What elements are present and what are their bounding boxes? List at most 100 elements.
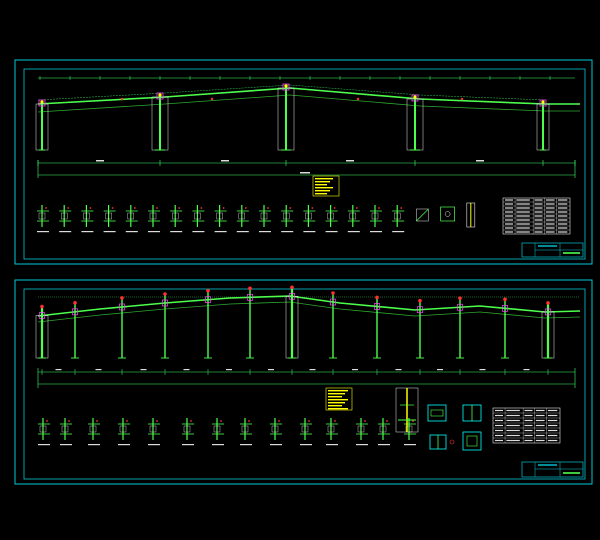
detail-plate [440,206,455,222]
table-cell-text [524,424,533,427]
table-cell-text [545,231,555,233]
table-cell-text [505,231,514,233]
connection-detail[interactable] [325,205,338,233]
general-notes-block [312,175,340,197]
connection-detail[interactable] [281,205,294,233]
connection-detail[interactable] [270,418,282,446]
column-base-section-detail[interactable] [395,387,419,433]
column-top-marker [290,285,294,290]
title-block[interactable] [521,242,584,258]
purlin-connection-detail[interactable] [462,404,482,451]
connection-details-row[interactable] [37,202,476,233]
bolt-marker [45,207,47,209]
note-line [328,405,342,407]
detail-label-stroke [60,444,72,446]
table-cell-text [505,219,514,221]
table-cell-text [534,223,543,225]
bolt-marker [364,420,366,422]
connection-detail[interactable] [259,205,271,233]
connection-detail[interactable] [300,418,312,446]
connection-detail[interactable] [214,205,227,233]
connection-detail[interactable] [236,205,249,233]
connection-detail[interactable] [125,205,138,233]
connection-detail[interactable] [347,205,360,233]
note-line [315,178,333,180]
detail-label-stroke [325,231,338,233]
bolt-marker [289,207,292,209]
connection-detail[interactable] [192,205,205,233]
connection-detail[interactable] [416,208,429,222]
member-schedule-table[interactable] [502,197,571,235]
connection-detail[interactable] [148,418,160,446]
connection-details-row[interactable] [38,418,416,446]
drawing-sheet-2[interactable] [14,279,593,485]
detail-label-stroke [212,444,224,446]
connection-detail[interactable] [148,205,160,233]
joint-marker [40,100,44,104]
detail-label-stroke [392,231,405,233]
member-schedule-table[interactable] [492,407,561,444]
connection-detail[interactable] [240,418,252,446]
connection-detail[interactable] [212,418,224,446]
title-block[interactable] [521,461,584,478]
cad-drawing-canvas[interactable] [0,0,600,540]
table-cell-text [547,424,558,427]
drawing-sheet-1[interactable] [14,59,593,265]
table-cell-text [516,207,530,209]
table-cell-text [506,424,520,427]
table-cell-text [524,429,533,432]
connection-detail[interactable] [118,418,130,446]
connection-detail[interactable] [88,418,100,446]
connection-detail[interactable] [326,418,338,446]
note-line [315,184,327,186]
bolt-marker [126,420,128,422]
connection-detail[interactable] [60,418,72,446]
bolt-marker [190,420,192,422]
detail-label-stroke [356,444,368,446]
connection-detail[interactable] [392,205,405,233]
connection-detail[interactable] [303,205,316,233]
table-cell-text [524,409,533,412]
dimension-text-stroke [140,369,147,371]
bolt-marker [308,420,310,422]
connection-detail[interactable] [466,202,476,228]
beam-column-joint-detail[interactable] [427,404,455,450]
table-cell-text [545,227,555,229]
connection-detail[interactable] [182,418,194,446]
table-cell-text [505,199,514,201]
bolt-marker [334,420,336,422]
bolt-marker [89,207,92,209]
connection-detail[interactable] [38,418,50,446]
bolt-marker [333,207,336,209]
bolt-marker [278,420,280,422]
connection-detail[interactable] [170,205,183,233]
purlin-marker [356,97,360,101]
cad-viewport[interactable] [0,0,600,540]
detail-label-stroke [240,444,252,446]
note-line [328,393,345,395]
connection-detail[interactable] [370,205,382,233]
column-top-marker [503,297,507,302]
table-cell-text [524,414,533,417]
table-cell-text [535,414,545,417]
connection-detail[interactable] [81,205,94,233]
column-top-marker [375,295,379,300]
joint-marker [158,93,162,97]
connection-detail[interactable] [356,418,368,446]
table-cell-text [495,439,504,442]
connection-detail[interactable] [37,205,49,233]
detail-label-stroke [281,231,294,233]
connection-detail[interactable] [440,206,455,222]
table-cell-text [516,219,530,221]
detail-label-stroke [326,444,338,446]
connection-detail[interactable] [378,418,390,446]
connection-detail[interactable] [103,205,116,233]
detail-label-stroke [404,444,416,446]
detail-label-stroke [125,231,138,233]
connection-detail[interactable] [404,418,416,446]
connection-detail[interactable] [59,205,72,233]
column-top-marker [120,296,124,300]
table-cell-text [506,414,520,417]
table-cell-text [557,215,568,217]
table-cell-text [535,419,545,422]
